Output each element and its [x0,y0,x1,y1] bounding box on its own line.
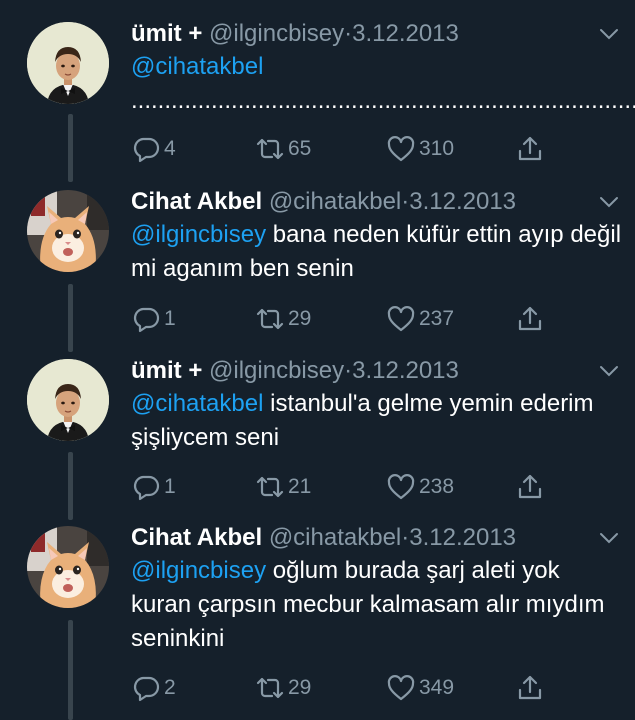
like-button[interactable]: 349 [386,671,454,705]
retweet-button[interactable]: 65 [255,132,311,166]
reply-count: 1 [164,307,176,330]
tweet-date[interactable]: 3.12.2013 [352,20,459,47]
heart-icon [387,675,415,701]
thread-line [68,114,73,182]
tweet-actions: 2 29 349 [131,671,623,705]
mention-link[interactable]: @ilgincbisey [131,221,266,248]
user-handle[interactable]: @ilgincbisey [209,20,344,47]
heart-icon [387,306,415,332]
heart-icon [387,136,415,162]
display-name[interactable]: ümit + [131,357,202,384]
retweet-count: 65 [288,137,312,160]
retweet-icon [256,677,284,699]
display-name[interactable]: Cihat Akbel [131,524,262,551]
retweet-count: 29 [288,676,312,699]
like-button[interactable]: 237 [386,302,454,336]
tweet-text: @ilgincbisey bana neden küfür ettin ayıp… [131,218,623,286]
heart-icon [387,474,415,500]
chevron-down-icon[interactable] [598,529,620,547]
tweet-text: @ilgincbisey oğlum burada şarj aleti yok… [131,554,623,656]
reply-icon [133,307,160,333]
retweet-icon [256,308,284,330]
like-count: 349 [419,676,455,699]
cat-avatar-image [27,190,109,272]
boy-avatar-image [27,22,109,104]
share-icon [518,136,542,161]
share-icon [518,306,542,331]
chevron-down-icon[interactable] [598,25,620,43]
avatar[interactable] [27,190,109,272]
tweet-header: Cihat Akbel @cihatakbel·3.12.2013 [131,521,516,555]
tweet-header: Cihat Akbel @cihatakbel·3.12.2013 [131,185,516,219]
share-button[interactable] [515,132,548,166]
share-icon [518,675,542,700]
reply-icon [133,676,160,702]
tweet-body: ........................................… [131,87,635,114]
retweet-count: 21 [288,475,312,498]
user-handle[interactable]: @cihatakbel [269,524,401,551]
display-name[interactable]: ümit + [131,20,202,47]
retweet-icon [256,138,284,160]
retweet-icon [256,476,284,498]
like-button[interactable]: 238 [386,470,454,504]
display-name[interactable]: Cihat Akbel [131,188,262,215]
chevron-down-icon[interactable] [598,193,620,211]
retweet-button[interactable]: 29 [255,302,311,336]
reply-button[interactable]: 4 [131,132,176,166]
separator: · [344,357,353,384]
tweet-date[interactable]: 3.12.2013 [352,357,459,384]
tweet-text: @cihatakbel istanbul'a gelme yemin ederi… [131,387,623,455]
reply-button[interactable]: 1 [131,470,176,504]
mention-link[interactable]: @cihatakbel [131,53,263,80]
like-count: 310 [419,137,455,160]
reply-icon [133,475,160,501]
thread-line [68,620,73,720]
cat-avatar-image [27,526,109,608]
like-button[interactable]: 310 [386,132,454,166]
tweet-actions: 1 21 238 [131,470,623,504]
tweet-date[interactable]: 3.12.2013 [409,188,516,215]
avatar[interactable] [27,526,109,608]
user-handle[interactable]: @cihatakbel [269,188,401,215]
tweet-header: ümit + @ilgincbisey·3.12.2013 [131,17,459,51]
mention-link[interactable]: @ilgincbisey [131,557,266,584]
chevron-down-icon[interactable] [598,362,620,380]
retweet-count: 29 [288,307,312,330]
mention-link[interactable]: @cihatakbel [131,390,263,417]
thread-line [68,284,73,352]
tweet-header: ümit + @ilgincbisey·3.12.2013 [131,354,459,388]
reply-button[interactable]: 1 [131,302,176,336]
user-handle[interactable]: @ilgincbisey [209,357,344,384]
retweet-button[interactable]: 21 [255,470,311,504]
share-button[interactable] [515,470,548,504]
reply-icon [133,137,160,163]
tweet-actions: 1 29 237 [131,302,623,336]
share-button[interactable] [515,302,548,336]
share-icon [518,474,542,499]
share-button[interactable] [515,671,548,705]
tweet-date[interactable]: 3.12.2013 [409,524,516,551]
retweet-button[interactable]: 29 [255,671,311,705]
separator: · [344,20,353,47]
boy-avatar-image [27,359,109,441]
reply-button[interactable]: 2 [131,671,176,705]
reply-count: 2 [164,676,176,699]
like-count: 238 [419,475,455,498]
like-count: 237 [419,307,455,330]
tweet-actions: 4 65 310 [131,132,623,166]
thread-line [68,452,73,520]
avatar[interactable] [27,359,109,441]
reply-count: 1 [164,475,176,498]
reply-count: 4 [164,137,176,160]
tweet-text: @cihatakbel ............................… [131,50,635,118]
avatar[interactable] [27,22,109,104]
